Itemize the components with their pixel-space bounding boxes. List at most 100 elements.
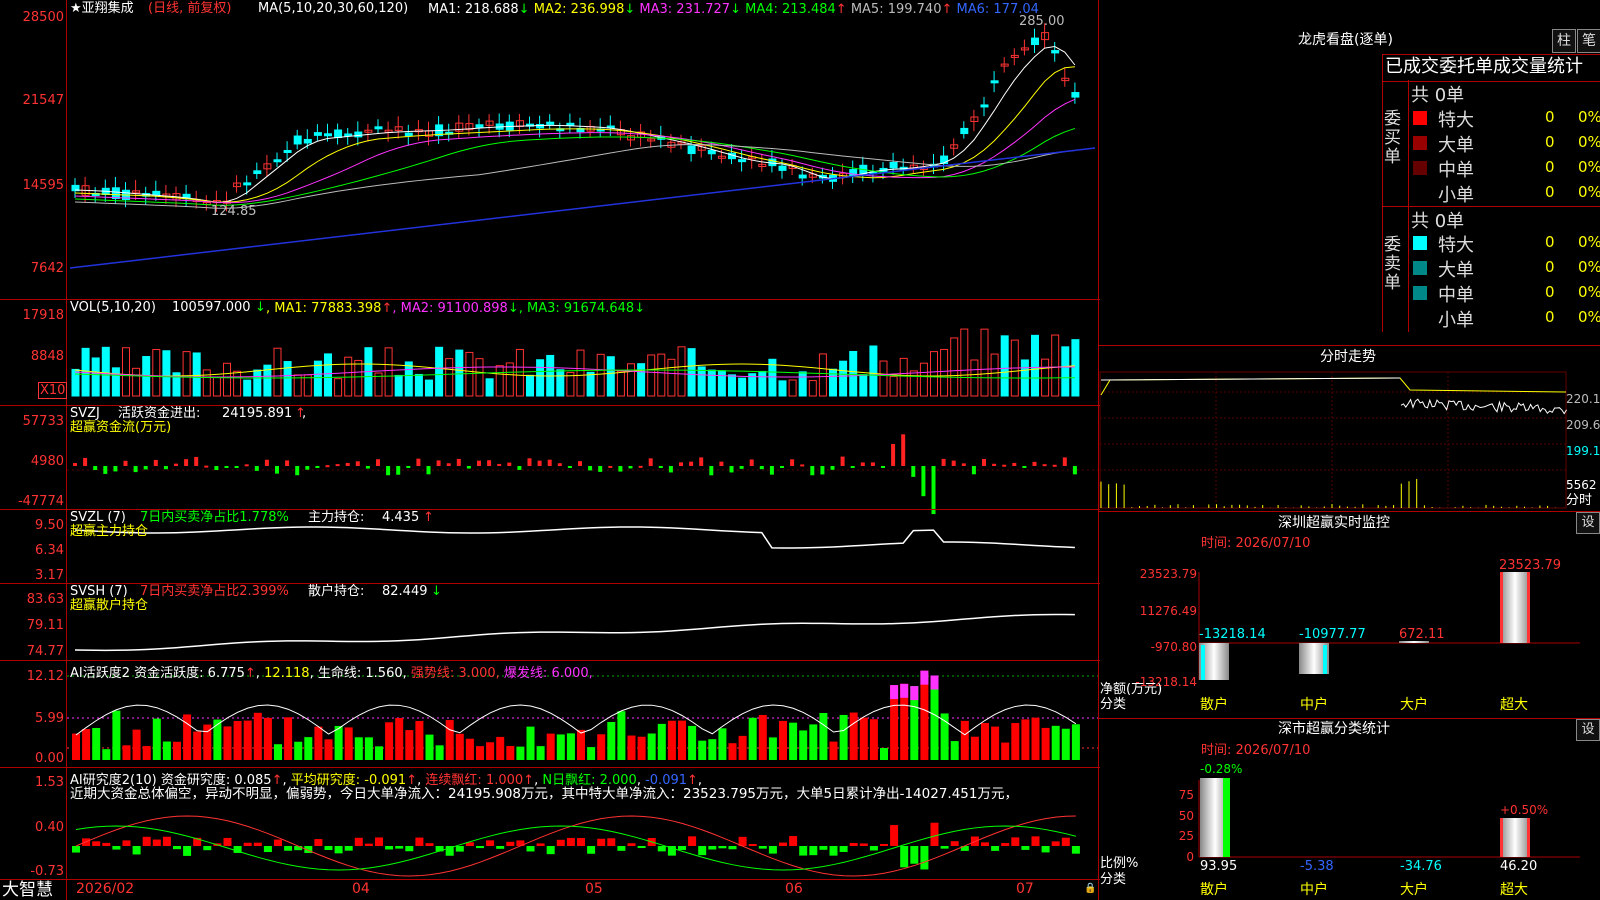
activity-bar [839, 714, 848, 760]
fs-title: 分时走势 [1320, 349, 1376, 365]
volume-bar [243, 379, 252, 397]
pen-mode-button[interactable]: 笔 [1577, 29, 1600, 53]
research-bar [152, 839, 161, 846]
fund-flow-bar [891, 443, 896, 466]
candle-body [798, 174, 807, 179]
svsh-hold-value: 82.449 [382, 584, 428, 599]
volume-bar [869, 345, 878, 397]
research-bar [688, 836, 697, 846]
order-color-swatch [1413, 261, 1427, 275]
research-bar [587, 846, 596, 854]
monitor-category: 大户 [1400, 697, 1428, 713]
air-tick: 0.40 [35, 820, 64, 835]
order-size-label: 大单 [1438, 260, 1474, 281]
order-color-swatch [1413, 236, 1427, 250]
research-bar [637, 846, 646, 849]
app-logo[interactable]: 大智慧 [2, 880, 53, 900]
research-bar [1001, 843, 1010, 846]
fund-flow-bar [638, 465, 643, 468]
fund-flow-bar [527, 458, 532, 466]
volume-bar [182, 351, 191, 397]
order-count: 0 [1545, 108, 1555, 126]
fund-flow-bar [658, 466, 663, 468]
fund-flow-bar [1032, 461, 1037, 466]
ma-arrow: ↑ [941, 2, 953, 17]
activity-bar [233, 721, 242, 760]
svzl-name: SVZL (7) [70, 510, 126, 525]
vol-arrow: ↓ [255, 300, 266, 315]
research-bar [890, 825, 899, 846]
fs-price-line [1400, 398, 1568, 415]
research-bar [839, 846, 848, 852]
activity-bar-burst [900, 683, 909, 698]
fund-flow-bar [224, 466, 229, 468]
research-bar [344, 846, 353, 851]
research-bar [395, 846, 404, 849]
volume-bar [152, 349, 161, 397]
fund-flow-bar [426, 466, 431, 475]
research-bar [880, 843, 888, 846]
research-bar [385, 846, 394, 850]
activity-bar [738, 735, 747, 760]
research-bar [556, 839, 565, 846]
order-count: 0 [1545, 183, 1555, 201]
period-mode[interactable]: (日线, 前复权) [148, 2, 231, 16]
volume-bar [273, 347, 282, 397]
candle-body [849, 169, 858, 177]
vol-ma-line [74, 363, 1075, 377]
vol-unit-badge[interactable]: X10 [38, 382, 68, 399]
air-tick: 1.53 [35, 775, 64, 790]
research-bar [859, 843, 868, 846]
svzl-arrow: ↑ [423, 510, 434, 525]
research-bar [789, 836, 798, 846]
ma-line [74, 98, 1076, 204]
fund-flow-bar [517, 466, 522, 470]
stock-name[interactable]: ★亚翔集成 [70, 2, 134, 16]
svzj-value: 24195.891 [222, 406, 293, 421]
fund-flow-bar [780, 466, 784, 468]
research-bar [657, 846, 666, 852]
lock-icon[interactable]: 🔒 [1084, 882, 1096, 896]
research-bar [375, 837, 383, 846]
fund-flow-bar [618, 466, 623, 472]
sell-total: 共 0单 [1411, 211, 1465, 232]
fund-flow-bar [578, 461, 582, 466]
fund-flow-bar [264, 459, 269, 466]
activity-bar [243, 720, 252, 760]
ai-life-value: 1.560 [365, 666, 403, 681]
fund-flow-bar [982, 458, 986, 466]
order-percent: 0% [1578, 308, 1600, 326]
stat-settings-button[interactable]: 设 [1576, 719, 1600, 741]
volume-bar [960, 328, 969, 397]
volume-bar [859, 374, 868, 397]
monitor-settings-button[interactable]: 设 [1576, 512, 1600, 534]
activity-bar [1001, 742, 1010, 760]
research-bar [223, 837, 232, 846]
fund-flow-bar [153, 459, 158, 466]
research-bar [1021, 846, 1030, 850]
stat-category: 中户 [1300, 882, 1328, 898]
activity-bar [455, 733, 464, 760]
activity-bar [637, 736, 646, 760]
research-bar [597, 838, 606, 846]
candle-body [980, 104, 989, 108]
monitor-title: 深圳超赢实时监控 [1278, 515, 1390, 531]
volume-bar [818, 353, 827, 397]
research-bar [849, 843, 858, 846]
volume-stat-tabs[interactable]: 已成交委托单成交量统计 [1385, 57, 1583, 77]
activity-bar [708, 739, 717, 760]
fund-flow-bar [163, 466, 168, 470]
stat-top-label: +0.50% [1500, 803, 1549, 817]
activity-bar [678, 720, 686, 760]
ma-arrow: ↓ [518, 2, 530, 17]
activity-bar [223, 726, 232, 760]
bar-mode-button[interactable]: 柱 [1552, 29, 1576, 53]
ai-active-name: AI活跃度2 [70, 666, 130, 681]
ma-legend-item: MA1: 218.688 [428, 2, 519, 17]
volume-bar [707, 369, 716, 397]
research-bar [92, 841, 101, 846]
research-bar [819, 846, 828, 850]
activity-bar [1041, 727, 1050, 760]
fund-flow-bar [497, 463, 502, 466]
svsh-name: SVSH (7) [70, 584, 128, 599]
